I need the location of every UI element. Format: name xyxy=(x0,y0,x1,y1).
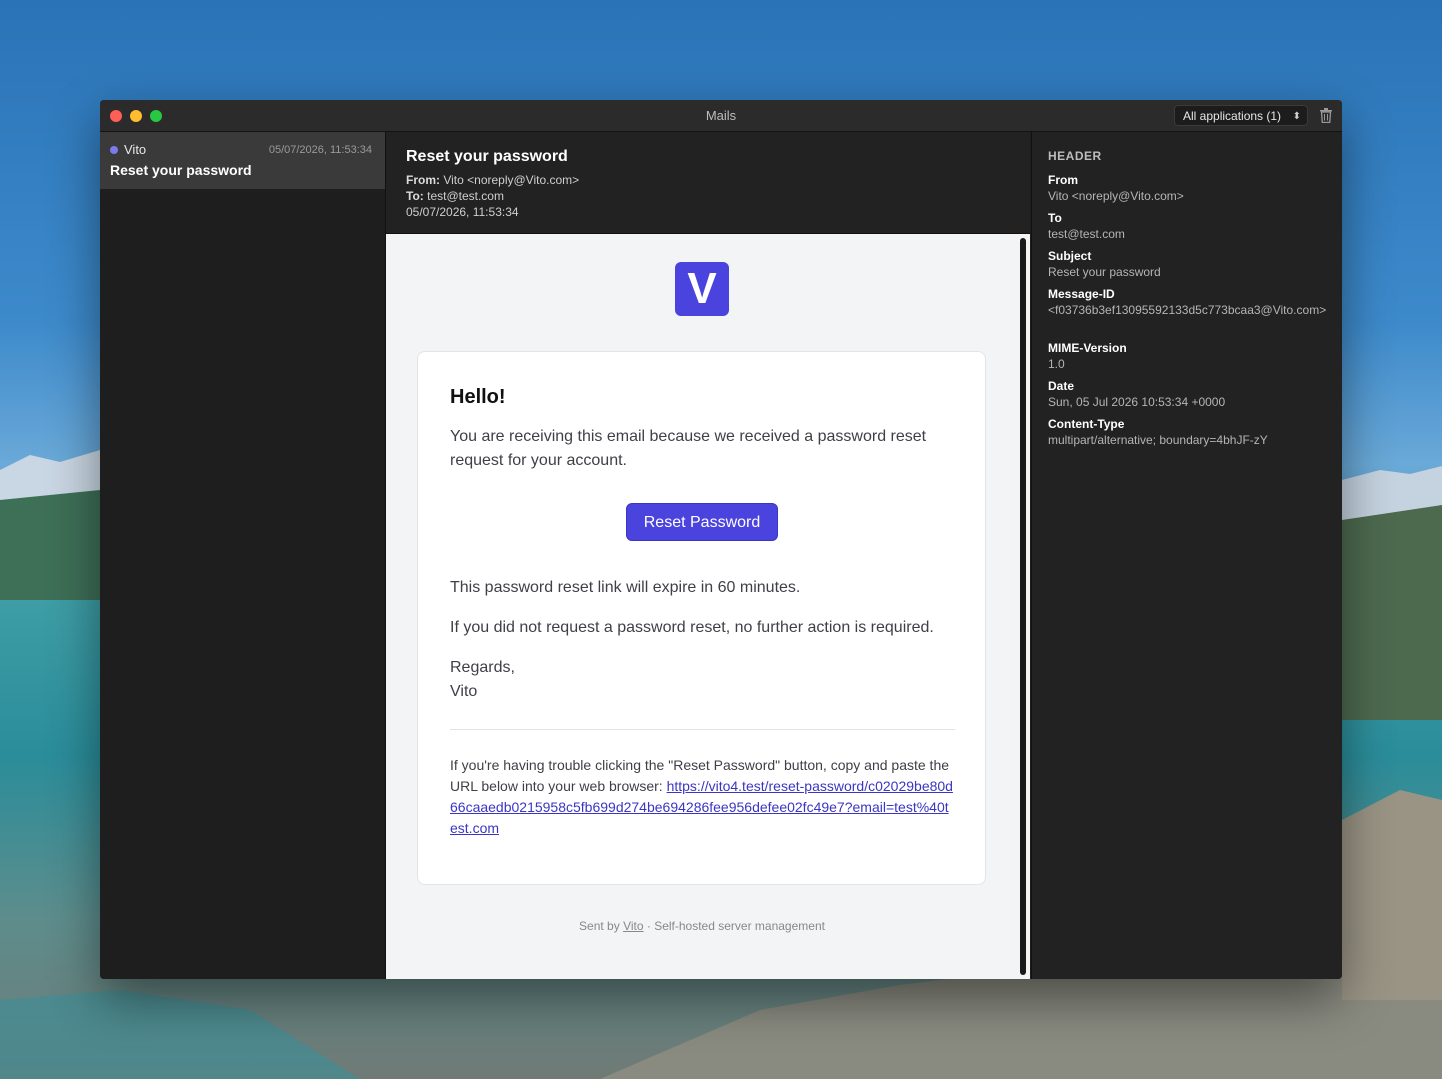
reset-password-button[interactable]: Reset Password xyxy=(626,503,778,541)
vito-logo: V xyxy=(675,262,729,316)
footer-suffix: · Self-hosted server management xyxy=(643,919,825,933)
chevron-updown-icon: ⬍ xyxy=(1292,111,1301,122)
card-divider xyxy=(450,729,955,730)
message-to-line: To: test@test.com xyxy=(406,189,504,203)
header-key-subject: Subject xyxy=(1048,249,1092,263)
expire-note: This password reset link will expire in … xyxy=(450,579,801,596)
mail-subject: Reset your password xyxy=(110,162,252,178)
logo-letter: V xyxy=(687,264,717,313)
email-greeting: Hello! xyxy=(450,386,506,408)
header-value-to: test@test.com xyxy=(1048,227,1125,241)
message-to: test@test.com xyxy=(427,189,504,203)
message-subject: Reset your password xyxy=(406,148,568,165)
header-value-mime-version: 1.0 xyxy=(1048,357,1065,371)
mail-sender: Vito xyxy=(124,142,147,157)
header-value-message-id: <f03736b3ef13095592133d5c773bcaa3@Vito.c… xyxy=(1048,303,1327,317)
header-key-content-type: Content-Type xyxy=(1048,417,1125,431)
mail-list-sidebar: Vito 05/07/2026, 11:53:34 Reset your pas… xyxy=(100,132,386,979)
footer-vito-link[interactable]: Vito xyxy=(623,919,643,933)
application-filter-select[interactable]: All applications (1) ⬍ xyxy=(1174,105,1308,126)
window-title: Mails xyxy=(705,108,737,123)
header-panel-title: HEADER xyxy=(1048,149,1102,163)
message-from: Vito <noreply@Vito.com> xyxy=(443,173,580,187)
email-intro: You are receiving this email because we … xyxy=(450,428,927,469)
header-key-mime-version: MIME-Version xyxy=(1048,341,1127,355)
header-key-from: From xyxy=(1048,173,1078,187)
header-key-to: To xyxy=(1048,211,1062,225)
email-body-pane: V Hello! You are receiving this email be… xyxy=(386,234,1030,979)
header-value-content-type: multipart/alternative; boundary=4bhJF-zY xyxy=(1048,433,1268,447)
mail-list-item[interactable]: Vito 05/07/2026, 11:53:34 Reset your pas… xyxy=(100,132,385,189)
header-value-subject: Reset your password xyxy=(1048,265,1161,279)
header-panel: HEADER From Vito <noreply@Vito.com> To t… xyxy=(1031,132,1342,979)
header-key-date: Date xyxy=(1048,379,1075,393)
email-card: Hello! You are receiving this email beca… xyxy=(417,351,986,885)
footer-prefix: Sent by xyxy=(579,919,624,933)
header-value-date: Sun, 05 Jul 2026 10:53:34 +0000 xyxy=(1048,395,1226,409)
mails-window: Mails All applications (1) ⬍ Vito 05/07/… xyxy=(100,100,1342,979)
email-footer: Sent by Vito · Self-hosted server manage… xyxy=(386,919,1018,933)
trouble-paragraph: If you're having trouble clicking the "R… xyxy=(450,755,955,839)
message-header: Reset your password From: Vito <noreply@… xyxy=(386,132,1030,234)
header-value-from: Vito <noreply@Vito.com> xyxy=(1048,189,1184,203)
regards-text: Regards, xyxy=(450,659,515,676)
unread-dot-icon xyxy=(110,146,118,154)
no-action-note: If you did not request a password reset,… xyxy=(450,619,934,636)
title-bar: Mails All applications (1) ⬍ xyxy=(100,100,1342,132)
message-date: 05/07/2026, 11:53:34 xyxy=(406,205,519,219)
trash-icon[interactable] xyxy=(1319,108,1333,123)
signature-text: Vito xyxy=(450,683,478,700)
from-label: From: xyxy=(406,173,440,187)
body-scrollbar[interactable] xyxy=(1020,238,1026,975)
to-label: To: xyxy=(406,189,424,203)
mail-date: 05/07/2026, 11:53:34 xyxy=(268,144,372,156)
message-from-line: From: Vito <noreply@Vito.com> xyxy=(406,173,579,187)
header-key-message-id: Message-ID xyxy=(1048,287,1115,301)
application-filter-value: All applications (1) xyxy=(1183,109,1282,123)
